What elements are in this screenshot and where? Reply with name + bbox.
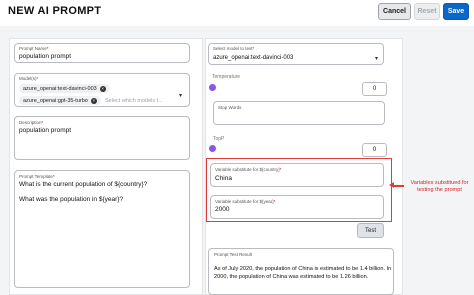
test-result-text: As of July 2020, the population of China… <box>214 266 392 280</box>
variables-highlight-box <box>206 158 392 222</box>
chevron-down-icon[interactable]: ▾ <box>179 92 182 99</box>
top-p-input[interactable]: 0 <box>362 143 387 157</box>
description-value: population prompt <box>19 127 72 134</box>
remove-chip-icon[interactable]: × <box>90 97 97 104</box>
models-label: Model(s)* <box>19 76 39 81</box>
prompt-template-line: What was the population in ${year}? <box>19 196 124 203</box>
temperature-input[interactable]: 0 <box>362 82 387 96</box>
test-button[interactable]: Test <box>357 223 384 238</box>
save-button[interactable]: Save <box>443 3 469 20</box>
annotation-text: Variables substitued for testing the pro… <box>410 180 469 193</box>
page-title: NEW AI PROMPT <box>8 5 102 17</box>
reset-button[interactable]: Reset <box>414 3 440 20</box>
test-result-label: Prompt Test Result <box>214 252 252 257</box>
models-placeholder: Select which models t... <box>105 98 163 104</box>
description-label: Description* <box>19 120 44 125</box>
test-model-label: Select model to test* <box>213 46 255 51</box>
remove-chip-icon[interactable]: × <box>99 85 106 92</box>
annotation-arrow-head <box>389 182 394 188</box>
stop-words-label: Stop Words <box>218 105 242 110</box>
prompt-name-label: Prompt Name* <box>19 46 49 51</box>
top-p-label: TopP <box>213 136 225 142</box>
page-header: NEW AI PROMPT Cancel Reset Save <box>0 0 474 24</box>
prompt-name-value: population prompt <box>19 53 72 60</box>
test-model-value: azure_openai:text-davinci-003 <box>213 55 294 61</box>
cancel-button[interactable]: Cancel <box>378 3 411 20</box>
prompt-template-line: What is the current population of ${coun… <box>19 181 148 188</box>
model-chip-label: azure_openai:text-davinci-003 <box>23 85 97 92</box>
prompt-template-label: Prompt Template* <box>19 174 55 179</box>
temperature-slider[interactable] <box>209 84 216 91</box>
model-chip[interactable]: azure_openai:gpt-35-turbo × <box>19 96 101 105</box>
chevron-down-icon[interactable]: ▾ <box>375 55 378 62</box>
model-chip[interactable]: azure_openai:text-davinci-003 × <box>19 84 110 93</box>
top-p-slider[interactable] <box>209 145 216 152</box>
model-chip-label: azure_openai:gpt-35-turbo <box>23 97 88 104</box>
temperature-label: Temperature <box>212 74 241 80</box>
